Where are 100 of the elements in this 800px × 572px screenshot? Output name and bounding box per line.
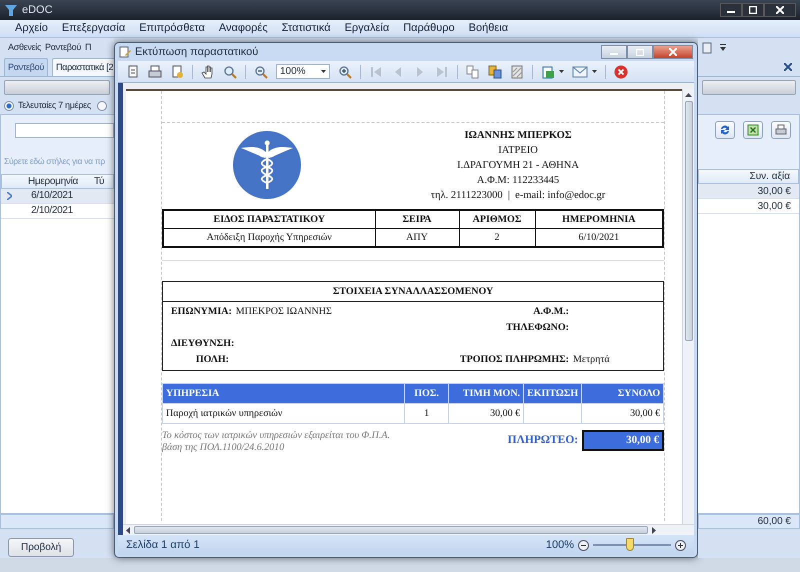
issuer-line: Ι.ΔΡΑΓΟΥΜΗ 21 - ΑΘΗΝΑ (456, 158, 580, 172)
print-button[interactable] (771, 121, 791, 139)
field-label: ΤΗΛΕΦΩΝΟ: (505, 320, 569, 334)
total-value: 30,00 € (582, 430, 664, 450)
maximize-icon (749, 6, 757, 14)
minimize-button[interactable] (720, 3, 742, 17)
dialog-title: Εκτύπωση παραστατικού (135, 44, 258, 60)
table-cell: 30,00 € (582, 404, 664, 424)
zoom-in-icon[interactable] (675, 540, 686, 550)
menu-item[interactable]: Βοήθεια (462, 20, 516, 37)
radio-label[interactable]: Τελευταίες 7 ημέρες (18, 98, 91, 112)
multipage-icon[interactable] (466, 64, 480, 78)
table-row[interactable]: 2/10/2021 (1, 204, 114, 219)
page-icon[interactable] (170, 64, 184, 78)
issuer-line: Α.Φ.Μ: 112233445 (476, 174, 560, 188)
table-cell: 30,00 € (448, 404, 524, 424)
caduceus-icon (233, 131, 301, 199)
field-value: ΜΠΕΚΡΟΣ ΙΩΑΝΝΗΣ (236, 304, 332, 318)
tab[interactable]: Ραντεβού (4, 58, 48, 76)
row-pointer-icon (6, 192, 12, 200)
column-header: ΑΡΙΘΜΟΣ (459, 210, 535, 228)
column-header[interactable]: Τύ (88, 174, 104, 189)
excel-button[interactable] (743, 121, 763, 139)
zoom-icon[interactable] (223, 64, 237, 78)
zoom-dropdown[interactable]: 100% (276, 64, 330, 79)
maximize-button[interactable] (742, 3, 764, 17)
toolbar-item[interactable]: Ραντεβού (45, 40, 82, 54)
column-header: ΤΙΜΗ ΜΟΝ. (448, 384, 524, 404)
print-icon (775, 124, 787, 136)
toolbar-item[interactable]: Π (85, 40, 92, 54)
table-cell-text: 6/10/2021 (30, 189, 74, 204)
watermark-icon[interactable] (510, 64, 524, 78)
group-hint: Σύρετε εδώ στήλες για να πρ (4, 155, 106, 168)
column-header: ΠΟΣ. (404, 384, 449, 404)
caret-icon (592, 70, 597, 73)
table-row[interactable]: 6/10/2021 (1, 188, 114, 204)
table-cell-text: 30,00 € (758, 184, 791, 198)
doctor-name: ΙΩΑΝΝΗΣ ΜΠΕΡΚΟΣ (463, 128, 573, 142)
hand-icon[interactable] (201, 64, 215, 78)
column-header: ΕΙΔΟΣ ΠΑΡΑΣΤΑΤΙΚΟΥ (163, 210, 375, 228)
column-header: ΣΥΝΟΛΟ (582, 384, 664, 404)
toolbar-icon[interactable] (702, 42, 712, 54)
scrollbar[interactable] (123, 524, 694, 535)
menu-item[interactable]: Στατιστικά (274, 20, 338, 37)
issuer-line: τηλ. 2111223000 | e-mail: info@edoc.gr (430, 188, 606, 202)
menu-item[interactable]: Επιπρόσθετα (132, 20, 212, 37)
field-label: ΠΟΛΗ: (194, 352, 229, 366)
field-label: ΤΡΟΠΟΣ ΠΛΗΡΩΜΗΣ: (458, 352, 569, 366)
arrow-right-icon (652, 526, 656, 534)
field-label: Α.Φ.Μ.: (532, 304, 569, 318)
zoom-in-icon[interactable] (338, 64, 352, 78)
radio-button[interactable] (96, 100, 107, 110)
column-header[interactable]: Ημερομηνία (18, 174, 88, 189)
app-icon (4, 3, 18, 17)
column-header: ΥΠΗΡΕΣΙΑ (162, 384, 405, 404)
close-button[interactable] (764, 3, 796, 17)
mail-button[interactable] (572, 66, 597, 78)
arrow-up-icon (685, 93, 692, 97)
window-title: eDOC (22, 2, 53, 18)
issuer-line: ΙΑΤΡΕΙΟ (497, 144, 539, 158)
toolbar-item[interactable]: Ασθενείς (8, 40, 42, 54)
field-value: Μετρητά (573, 352, 610, 366)
export-button[interactable] (541, 64, 564, 78)
refresh-icon (719, 124, 731, 136)
page-setup-icon[interactable] (126, 64, 140, 78)
menu-item[interactable]: Παράθυρο (396, 20, 462, 37)
menu-item[interactable]: Αρχείο (8, 20, 55, 37)
zoom-out-icon[interactable] (254, 64, 268, 78)
print-icon[interactable] (148, 64, 162, 78)
refresh-button[interactable] (715, 121, 735, 139)
caret-icon (559, 70, 564, 73)
field-label: ΔΙΕΥΘΥΝΣΗ: (171, 336, 234, 350)
menu-item[interactable]: Επεξεργασία (54, 20, 132, 37)
footnote: Το κόστος των ιατρικών υπηρεσιών εξαιρείται του Φ.Π.Α. βάση της ΠΟΛ.1100/24.6.2010 (162, 430, 391, 454)
arrow-left-icon (126, 526, 130, 534)
view-button[interactable]: Προβολή (8, 538, 74, 556)
color-icon[interactable] (488, 64, 502, 78)
slider-thumb[interactable] (626, 538, 634, 551)
close-icon (776, 6, 784, 14)
close-icon[interactable] (784, 62, 792, 70)
overflow-icon[interactable] (720, 44, 726, 52)
document-icon (119, 46, 131, 58)
mail-icon (572, 66, 588, 78)
search-field[interactable] (15, 123, 114, 138)
zoom-out-icon[interactable] (578, 540, 589, 550)
total-label: ΠΛΗΡΩΤΕΟ: (508, 432, 578, 448)
caret-icon (321, 70, 326, 73)
scrollbar[interactable] (682, 89, 694, 524)
column-header: ΕΚΠΤΩΣΗ (524, 384, 582, 404)
table-cell: Παροχή ιατρικών υπηρεσιών (162, 404, 405, 424)
close-icon (669, 48, 677, 56)
table-cell: 1 (404, 404, 449, 424)
total-value: 60,00 € (758, 515, 791, 529)
menu-item[interactable]: Αναφορές (212, 20, 275, 37)
close-icon[interactable] (614, 64, 628, 78)
maximize-icon (636, 48, 644, 56)
column-header: ΣΕΙΡΑ (375, 210, 459, 228)
menu-item[interactable]: Εργαλεία (338, 20, 396, 37)
radio-button[interactable] (4, 100, 14, 110)
zoom-reading: 100% (546, 538, 574, 553)
